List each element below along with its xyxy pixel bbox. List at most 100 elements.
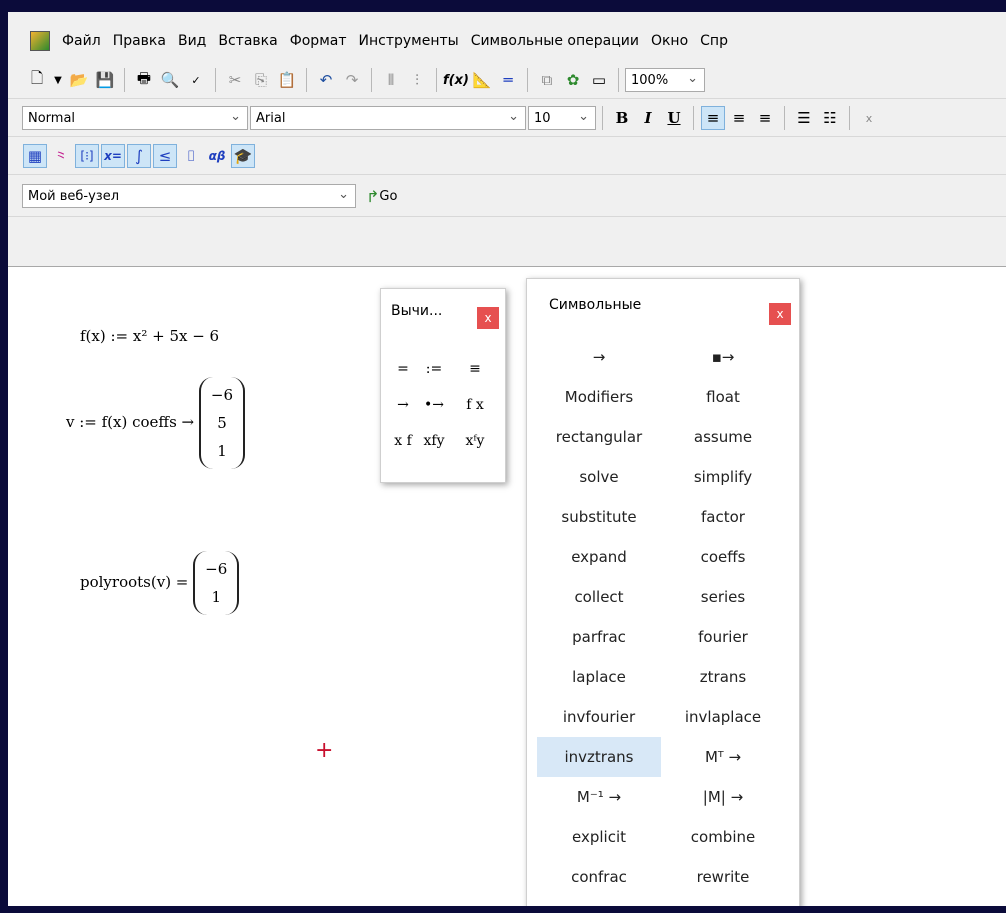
- symbolic-button[interactable]: ▪→: [661, 337, 785, 377]
- eval-define-button[interactable]: :=: [417, 351, 451, 387]
- symbolic-button[interactable]: fourier: [661, 617, 785, 657]
- symbolic-button[interactable]: invztrans: [537, 737, 661, 777]
- menu-symbolics[interactable]: Символьные операции: [465, 33, 645, 49]
- new-document-icon[interactable]: 🗋: [25, 68, 49, 92]
- underline-button[interactable]: U: [662, 106, 686, 130]
- expr-coeffs[interactable]: v := f(x) coeffs → −6 5 1: [66, 377, 246, 469]
- insert-function-icon[interactable]: f(x): [443, 68, 469, 92]
- print-icon[interactable]: 🖶: [132, 68, 156, 92]
- worksheet[interactable]: f(x) := x² + 5x − 6 v := f(x) coeffs → −…: [8, 266, 1006, 906]
- symbolic-button[interactable]: expand: [537, 537, 661, 577]
- symbolic-button[interactable]: ztrans: [661, 657, 785, 697]
- numbered-list-icon[interactable]: ☷: [818, 106, 842, 130]
- symbolic-button[interactable]: substitute: [537, 497, 661, 537]
- style-select[interactable]: Normal ⌄: [22, 106, 248, 130]
- symbolic-button[interactable]: coeffs: [661, 537, 785, 577]
- go-button[interactable]: ↱ Go: [366, 187, 397, 206]
- eval-treefix-op-button[interactable]: xᶠy: [451, 423, 499, 459]
- print-preview-icon[interactable]: 🔍: [158, 68, 182, 92]
- align-across-icon[interactable]: ⫴: [379, 68, 403, 92]
- font-select[interactable]: Arial ⌄: [250, 106, 526, 130]
- symbolic-button[interactable]: rewrite: [661, 857, 785, 897]
- expr-polyroots[interactable]: polyroots(v) = −6 1: [80, 551, 240, 615]
- evaluation-palette-close-button[interactable]: x: [477, 307, 499, 329]
- symbolic-button[interactable]: series: [661, 577, 785, 617]
- symbolic-button[interactable]: factor: [661, 497, 785, 537]
- align-down-icon[interactable]: ⫶: [405, 68, 429, 92]
- web-address-select[interactable]: Мой веб-узел ⌄: [22, 184, 356, 208]
- eval-prefix-op-button[interactable]: f x: [451, 387, 499, 423]
- symbolic-button[interactable]: simplify: [661, 457, 785, 497]
- expr-coeffs-text: v := f(x) coeffs →: [66, 413, 195, 431]
- redo-icon[interactable]: ↷: [340, 68, 364, 92]
- align-center-icon[interactable]: ≡: [727, 106, 751, 130]
- symbolic-button[interactable]: Mᵀ →: [661, 737, 785, 777]
- menu-edit[interactable]: Правка: [107, 33, 172, 49]
- component-icon[interactable]: ⧉: [535, 68, 559, 92]
- symbolic-palette-close-button[interactable]: x: [769, 303, 791, 325]
- cut-icon[interactable]: ✂: [223, 68, 247, 92]
- window-icon[interactable]: ▭: [587, 68, 611, 92]
- graph-icon[interactable]: ⺀: [49, 144, 73, 168]
- symbolic-icon[interactable]: 🎓: [231, 144, 255, 168]
- symbolic-button[interactable]: confrac: [537, 857, 661, 897]
- calculator-icon[interactable]: ▦: [23, 144, 47, 168]
- menu-insert[interactable]: Вставка: [212, 33, 283, 49]
- paste-icon[interactable]: 📋: [275, 68, 299, 92]
- symbolic-button[interactable]: solve: [537, 457, 661, 497]
- symbolic-button[interactable]: →: [537, 337, 661, 377]
- resource-icon[interactable]: ✿: [561, 68, 585, 92]
- align-right-icon[interactable]: ≡: [753, 106, 777, 130]
- eval-symbolic-button[interactable]: →: [389, 387, 417, 423]
- matrix-icon[interactable]: [⁝]: [75, 144, 99, 168]
- symbolic-button[interactable]: rectangular: [537, 417, 661, 457]
- eval-global-define-button[interactable]: ≡: [451, 351, 499, 387]
- toolbar-separator: [436, 68, 437, 92]
- calculus-icon[interactable]: ∫: [127, 144, 151, 168]
- menu-tools[interactable]: Инструменты: [353, 33, 465, 49]
- save-icon[interactable]: 💾: [93, 68, 117, 92]
- eval-infix-op-button[interactable]: xfy: [417, 423, 451, 459]
- subscript-icon[interactable]: x: [857, 106, 881, 130]
- copy-icon[interactable]: ⎘: [249, 68, 273, 92]
- symbolic-button[interactable]: invfourier: [537, 697, 661, 737]
- greek-icon[interactable]: αβ: [205, 144, 229, 168]
- menu-help[interactable]: Спр: [694, 33, 734, 49]
- spellcheck-icon[interactable]: ✓: [184, 68, 208, 92]
- web-toolbar: Мой веб-узел ⌄ ↱ Go: [8, 176, 1006, 217]
- font-size-select[interactable]: 10 ⌄: [528, 106, 596, 130]
- boolean-icon[interactable]: ≤: [153, 144, 177, 168]
- eval-keyword-symbolic-button[interactable]: •→: [417, 387, 451, 423]
- undo-icon[interactable]: ↶: [314, 68, 338, 92]
- align-left-icon[interactable]: ≡: [701, 106, 725, 130]
- expr-function-definition[interactable]: f(x) := x² + 5x − 6: [80, 327, 219, 345]
- menu-file[interactable]: Файл: [56, 33, 107, 49]
- dropdown-arrow-icon[interactable]: ▼: [51, 68, 65, 92]
- symbolic-button[interactable]: float: [661, 377, 785, 417]
- menu-view[interactable]: Вид: [172, 33, 212, 49]
- symbolic-button[interactable]: parfrac: [537, 617, 661, 657]
- programming-icon[interactable]: ⌷: [179, 144, 203, 168]
- open-folder-icon[interactable]: 📂: [67, 68, 91, 92]
- symbolic-button[interactable]: |M| →: [661, 777, 785, 817]
- eval-postfix-op-button[interactable]: x f: [389, 423, 417, 459]
- symbolic-button[interactable]: collect: [537, 577, 661, 617]
- menu-window[interactable]: Окно: [645, 33, 694, 49]
- symbolic-button[interactable]: assume: [661, 417, 785, 457]
- insert-unit-icon[interactable]: 📐: [470, 68, 494, 92]
- bold-button[interactable]: B: [610, 106, 634, 130]
- bullet-list-icon[interactable]: ☰: [792, 106, 816, 130]
- chevron-down-icon: ⌄: [508, 109, 519, 124]
- calculate-icon[interactable]: ═: [496, 68, 520, 92]
- symbolic-button[interactable]: invlaplace: [661, 697, 785, 737]
- italic-button[interactable]: I: [636, 106, 660, 130]
- symbolic-button[interactable]: Modifiers: [537, 377, 661, 417]
- menu-format[interactable]: Формат: [284, 33, 353, 49]
- zoom-select[interactable]: 100% ⌄: [625, 68, 705, 92]
- symbolic-button[interactable]: laplace: [537, 657, 661, 697]
- eval-equals-button[interactable]: =: [389, 351, 417, 387]
- symbolic-button[interactable]: explicit: [537, 817, 661, 857]
- evaluation-icon[interactable]: x=: [101, 144, 125, 168]
- symbolic-button[interactable]: M⁻¹ →: [537, 777, 661, 817]
- symbolic-button[interactable]: combine: [661, 817, 785, 857]
